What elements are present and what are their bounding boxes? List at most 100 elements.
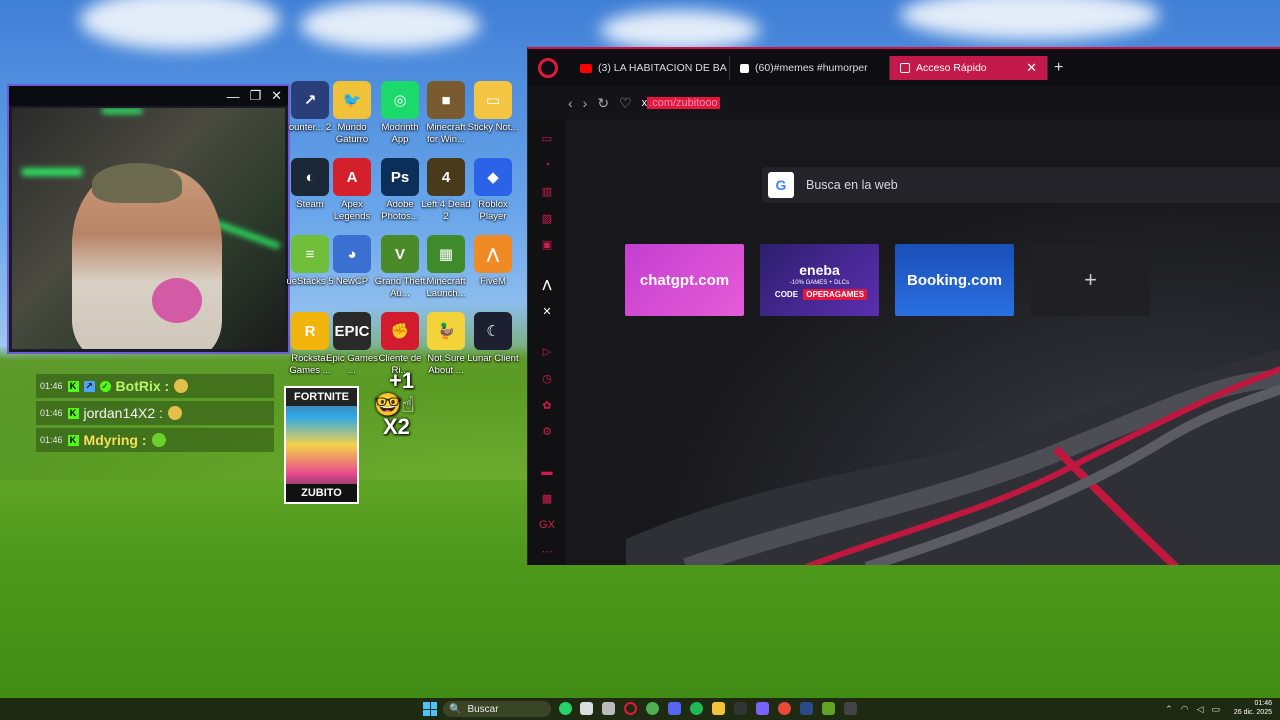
app-icon: ⋀ (474, 235, 512, 273)
app-icon: ▦ (427, 235, 465, 273)
gx-control-icon[interactable]: ◔ (540, 158, 554, 172)
tile-label: eneba (799, 261, 840, 278)
desktop-icon-label: Minecraft Launch... (426, 276, 466, 299)
browser-alt-icon[interactable] (778, 702, 791, 715)
desktop-icon[interactable]: 4 Left 4 Dead 2 (420, 158, 472, 223)
desktop-icon[interactable]: EPIC Epic Games ... (326, 312, 378, 377)
settings-icon[interactable]: ⚙ (540, 425, 554, 439)
speed-dial-booking[interactable]: Booking.com (895, 244, 1014, 316)
chat-time: 01:46 (40, 408, 63, 418)
close-icon[interactable]: ✕ (271, 88, 282, 104)
x-icon[interactable]: ✕ (540, 305, 554, 319)
desktop-icon[interactable]: ☾ Lunar Client (467, 312, 519, 365)
desktop-icon-label: Mundo Gaturro (335, 122, 369, 145)
tab-bar: (3) LA HABITACION DE BA (60)#memes #humo… (528, 49, 1280, 87)
gaming-icon[interactable]: ▭ (540, 132, 554, 146)
discord-icon[interactable]: ▨ (540, 211, 554, 225)
url-field[interactable]: x .com/zubitooo (642, 97, 720, 109)
system-tray[interactable]: ⌃ ◠ ◁ ▭ (1165, 704, 1220, 715)
desktop-icon[interactable]: 🦆 Not Sure About ... (420, 312, 472, 377)
heart-icon[interactable]: ♡ (619, 95, 632, 112)
desktop-icon[interactable]: ◎ Modrinth App (374, 81, 426, 146)
youtube-icon (580, 63, 592, 73)
desktop-icon[interactable]: ▦ Minecraft Launch... (420, 235, 472, 300)
restore-icon[interactable]: ❐ (249, 88, 261, 104)
discord-taskbar-icon[interactable] (668, 702, 681, 715)
clock-date: 26 dic. 2025 (1233, 709, 1272, 716)
chevron-up-icon[interactable]: ⌃ (1165, 704, 1173, 715)
app-icon: ↗ (291, 81, 329, 119)
tab-tiktok[interactable]: (60)#memes #humorper (730, 56, 890, 80)
chrome-icon[interactable] (646, 702, 659, 715)
speed-dial-eneba[interactable]: eneba -10% GAMES + DLCs CODE OPERAGAMES (760, 244, 879, 316)
fortnite-footer: ZUBITO (286, 484, 357, 502)
desktop-icon-label: NewCP (335, 276, 369, 287)
calendar-icon[interactable] (580, 702, 593, 715)
app-icon: EPIC (333, 312, 371, 350)
gallery-icon[interactable] (602, 702, 615, 715)
tab-youtube[interactable]: (3) LA HABITACION DE BA (570, 56, 730, 80)
webcam-window[interactable]: — ❐ ✕ (7, 84, 290, 354)
wallet-icon[interactable]: ▬ (540, 465, 554, 479)
extensions-icon[interactable]: ✿ (540, 398, 554, 412)
m-icon[interactable]: ▣ (540, 238, 554, 252)
desktop-icon[interactable]: ■ Minecraft for Win... (420, 81, 472, 146)
desktop-icon[interactable]: ⋀ FiveM (467, 235, 519, 288)
minecraft-taskbar-icon[interactable] (822, 702, 835, 715)
chip-icon[interactable]: ▩ (540, 492, 554, 506)
capcut-icon[interactable] (734, 702, 747, 715)
chat-message: 01:46 K Mdyring : (36, 428, 274, 452)
close-tab-icon[interactable]: ✕ (1026, 60, 1037, 76)
opera-logo-icon[interactable] (538, 58, 558, 78)
webcam-feed (12, 108, 285, 349)
app-grid-icon[interactable] (756, 702, 769, 715)
battery-icon[interactable]: ▭ (1211, 704, 1220, 715)
desktop-icon[interactable]: A Apex Legends (326, 158, 378, 223)
opera-gx-taskbar-icon[interactable] (624, 702, 637, 715)
plush-toy (152, 278, 202, 323)
forward-icon[interactable]: › (583, 95, 588, 111)
volume-icon[interactable]: ◁ (1197, 704, 1204, 715)
plus-one-label: +1 (389, 368, 415, 393)
player-icon[interactable]: ▷ (540, 345, 554, 359)
taskbar-search[interactable]: 🔍 Buscar (443, 701, 551, 717)
history-icon[interactable]: ◷ (540, 372, 554, 386)
web-search-box[interactable]: G Busca en la web (762, 167, 1280, 203)
desktop-icon[interactable]: ◆ Roblox Player (467, 158, 519, 223)
reload-icon[interactable]: ↻ (597, 95, 609, 112)
minimize-icon[interactable]: — (226, 89, 239, 104)
app-icon[interactable] (800, 702, 813, 715)
chat-username: Mdyring : (83, 432, 147, 448)
taskbar-clock[interactable]: 01:46 26 dic. 2025 (1234, 699, 1272, 717)
chat-username: BotRix : (115, 378, 170, 394)
cloud (900, 0, 1160, 40)
desktop-icon[interactable]: ◕ NewCP (326, 235, 378, 288)
whatsapp-icon[interactable] (559, 702, 572, 715)
app-icon: ◎ (381, 81, 419, 119)
more-icon[interactable]: ⋯ (540, 545, 554, 559)
gx-icon[interactable]: GX (539, 518, 555, 532)
desktop-icon[interactable]: Ps Adobe Photos... (374, 158, 426, 223)
back-icon[interactable]: ‹ (568, 95, 573, 111)
windows-start-icon[interactable] (423, 702, 437, 716)
chat-username: jordan14X2 : (83, 405, 163, 421)
obs-icon[interactable] (844, 702, 857, 715)
led-light (22, 168, 82, 176)
spotify-icon[interactable] (690, 702, 703, 715)
file-explorer-icon[interactable] (712, 702, 725, 715)
tile-code: CODE OPERAGAMES (772, 288, 868, 300)
tab-speed-dial[interactable]: Acceso Rápido ✕ (890, 56, 1048, 80)
desktop-icon[interactable]: V Grand Theft Au... (374, 235, 426, 300)
desktop-icon-label: Grand Theft Au... (374, 276, 426, 299)
speed-dial-chatgpt[interactable]: chatgpt.com (625, 244, 744, 316)
aria-icon[interactable]: ⋀ (540, 278, 554, 292)
new-tab-button[interactable]: + (1054, 59, 1063, 77)
speed-dial-page: G Busca en la web chatgpt.com eneba -10%… (566, 119, 1280, 565)
add-speed-dial-button[interactable]: + (1031, 244, 1150, 316)
app-icon: ≡ (291, 235, 329, 273)
desktop-icon[interactable]: ▭ Sticky Not... (467, 81, 519, 134)
twitch-icon[interactable]: ▥ (540, 185, 554, 199)
wifi-icon[interactable]: ◠ (1181, 704, 1189, 715)
desktop-icon[interactable]: 🐦 Mundo Gaturro (326, 81, 378, 146)
opera-browser-window[interactable]: (3) LA HABITACION DE BA (60)#memes #humo… (527, 47, 1280, 565)
